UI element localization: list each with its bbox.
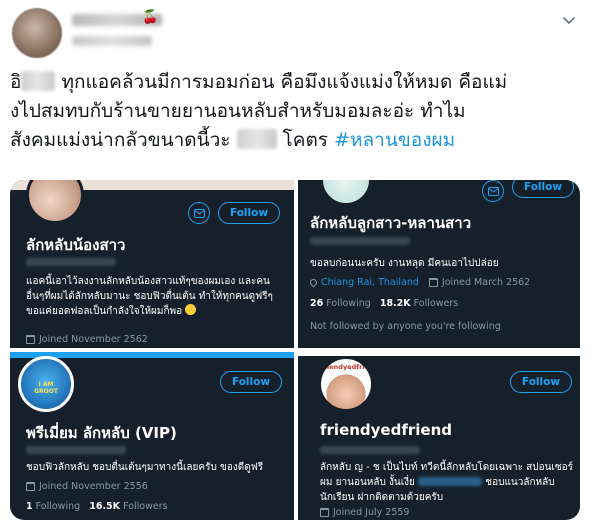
tweet-text-segment: สังคมแม่งน่ากลัวขนาดนี้วะ [10,129,237,151]
avatar-text: friendyedfriend [321,363,374,371]
tweet-line-2: งไปสมทบกับร้านขายยานอนหลับสำหรับมอมละอ่ะ… [10,97,588,126]
profile-bio: ขอลบก่อนนะครับ งานหลุด มีคนเอาไปปล่อย [310,258,499,269]
joined-text: Joined March 2562 [441,277,531,288]
followed-by-note: Not followed by anyone you're following [310,321,501,332]
profile-card[interactable]: friendyedfriend Follow friendyedfriend ล… [298,352,580,520]
mail-icon [487,186,499,196]
tweet-text-segment: งไปสมทบกับร้านขายยานอนหลับสำหรับมอมละอ่ะ… [10,100,466,122]
tweet-line-1: อิ ทุกแอคล้วนมีการมอมก่อน คือมึงแจ้งแม่ง… [10,68,588,97]
joined-text: Joined July 2559 [333,507,410,518]
profile-name: ลักหลับน้องสาว [26,236,126,254]
profile-card[interactable]: Follow ลักหลับน้องสาว แอคนี้เอาไว้ลงงานล… [10,180,294,348]
profile-handle-blurred [26,446,126,454]
tweet-text-segment: อิ [10,71,22,93]
following-label: Following [35,501,81,512]
profile-banner [298,352,580,356]
profile-bio: ชอบฟิวลักหลับ ชอบตื่นเต้นๆมาทางนี้เลยครั… [26,462,264,473]
profile-name: พรีเมี่ยม ลักหลับ (VIP) [26,424,177,442]
hashtag-link[interactable]: #หลานของผม [334,129,455,151]
profile-handle-blurred [310,237,410,245]
redacted-text [236,129,277,149]
calendar-icon [428,278,438,287]
follow-button[interactable]: Follow [512,180,574,198]
profile-avatar[interactable]: I AM GROOT [18,356,74,412]
follow-button[interactable]: Follow [218,202,280,224]
profile-joined: Joined November 2562 [26,334,148,345]
following-count: 1 [26,501,33,512]
calendar-icon [320,508,329,517]
location-icon [308,277,319,288]
profile-avatar[interactable] [26,180,84,224]
redacted-text [21,71,56,91]
location-text[interactable]: Chiang Rai, Thailand [321,277,419,288]
profile-handle-blurred [26,258,116,266]
joined-text: Joined November 2562 [39,334,148,345]
profile-meta: Chiang Rai, Thailand Joined March 2562 [308,277,531,288]
followers-label: Followers [413,298,459,309]
profile-stats[interactable]: 1 Following 16.5K Followers [26,501,168,512]
follow-button[interactable]: Follow [220,371,282,393]
followers-label: Followers [123,501,168,512]
following-label: Following [326,298,371,309]
tweet-text-segment: ทุกแอคล้วนมีการมอมก่อน คือมึงแจ้งแม่งให้… [55,71,508,93]
message-button[interactable] [188,202,210,224]
tweet-line-3: สังคมแม่งน่ากลัวขนาดนี้วะ โคตร #หลานของผ… [10,126,588,155]
author-handle-blurred[interactable] [72,36,152,46]
redacted-link [418,477,483,486]
profile-card[interactable]: Follow ลักหลับลูกสาว-หลานสาว ขอลบก่อนนะค… [298,180,580,348]
profile-joined: Joined July 2559 [320,507,409,518]
profile-avatar[interactable]: friendyedfriend [318,356,374,412]
smile-emoji-icon [185,304,197,315]
profile-avatar[interactable] [320,180,372,206]
profile-name: friendyedfriend [320,421,452,439]
joined-text: Joined November 2556 [39,481,148,492]
followers-count: 16.5K [89,501,121,512]
avatar-text: I AM GROOT [34,381,58,395]
profile-bio: ลักหลับ ญ - ช เป็นไบท์ ทวีตนี้ลักหลับโดย… [320,460,575,505]
tweet-text-segment: โคตร [276,129,335,151]
chevron-down-icon[interactable] [560,12,578,30]
following-count: 26 [310,298,324,309]
follow-button[interactable]: Follow [510,371,572,393]
followers-count: 18.2K [379,298,411,309]
profile-handle-blurred [320,446,420,454]
profile-bio-text: แอคนี้เอาไว้ลงงานลักหลับน้องสาวแท้ๆของผม… [26,276,273,317]
profile-joined: Joined November 2556 [26,481,148,492]
profile-card[interactable]: I AM GROOT Follow พรีเมี่ยม ลักหลับ (VIP… [10,352,294,520]
mail-icon [193,208,205,218]
tweet-text: อิ ทุกแอคล้วนมีการมอมก่อน คือมึงแจ้งแม่ง… [10,68,588,155]
profile-stats[interactable]: 26 Following 18.2K Followers [310,298,458,309]
media-grid[interactable]: Follow ลักหลับน้องสาว แอคนี้เอาไว้ลงงานล… [10,180,580,520]
message-button[interactable] [482,180,504,202]
profile-name: ลักหลับลูกสาว-หลานสาว [310,214,472,232]
cherry-emoji: 🍒 [142,10,159,25]
author-avatar[interactable] [12,8,62,58]
calendar-icon [26,482,35,491]
profile-bio: แอคนี้เอาไว้ลงงานลักหลับน้องสาวแท้ๆของผม… [26,274,288,319]
calendar-icon [26,335,35,344]
